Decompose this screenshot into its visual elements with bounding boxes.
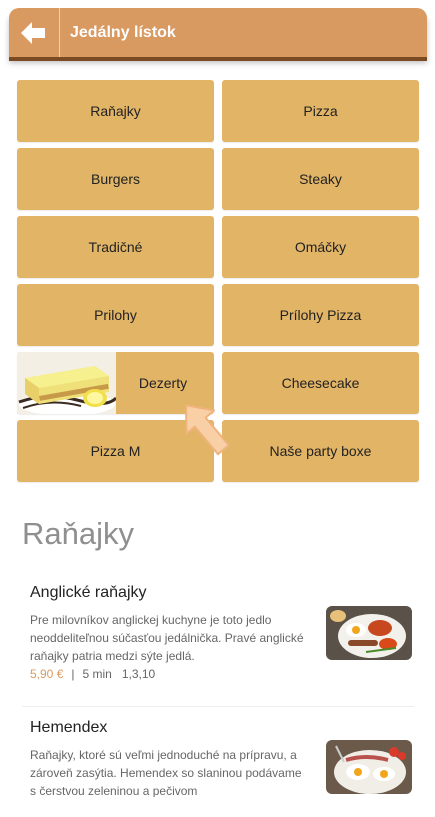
category-label: Naše party boxe [269, 443, 372, 459]
cheesecake-image [17, 352, 116, 414]
ham-and-eggs-image [326, 740, 412, 794]
item-name: Anglické raňajky [30, 584, 147, 601]
category-tile-omacky[interactable]: Omáčky [222, 216, 419, 278]
category-label: Tradičné [88, 239, 143, 255]
category-tile-steaky[interactable]: Steaky [222, 148, 419, 210]
category-label: Prilohy [94, 307, 137, 323]
category-label: Raňajky [90, 103, 141, 119]
bottom-fade [0, 797, 435, 817]
item-time: 5 min [82, 667, 112, 681]
item-description: Raňajky, ktoré sú veľmi jednoduché na pr… [30, 748, 302, 798]
category-label: Omáčky [294, 239, 347, 255]
item-meta: 5,90 € | 5 min 1,3,10 [30, 667, 414, 681]
category-tile-tradicne[interactable]: Tradičné [17, 216, 214, 278]
category-tile-party-boxe[interactable]: Naše party boxe [222, 420, 419, 482]
category-label: Dezerty [138, 375, 188, 391]
section-title: Raňajky [22, 516, 134, 551]
category-grid: Raňajky Pizza Burgers Steaky Tradičné Om… [17, 80, 419, 482]
app-header: Jedálny lístok [9, 8, 427, 57]
arrow-left-icon [21, 21, 45, 44]
category-label: Cheesecake [281, 375, 360, 391]
category-label: Prílohy Pizza [279, 307, 362, 323]
category-label: Steaky [299, 171, 342, 187]
item-name: Hemendex [30, 719, 108, 736]
item-description: Pre milovníkov anglickej kuchyne je toto… [30, 613, 304, 663]
category-label: Pizza M [90, 443, 141, 459]
category-label: Burgers [90, 171, 141, 187]
item-divider [22, 706, 414, 707]
category-tile-ranajky[interactable]: Raňajky [17, 80, 214, 142]
meta-separator: | [71, 667, 75, 681]
category-tile-cheesecake[interactable]: Cheesecake [222, 352, 419, 414]
category-tile-dezerty[interactable]: Dezerty [17, 352, 214, 414]
english-breakfast-image [326, 606, 412, 660]
menu-item[interactable]: Hemendex Raňajky, ktoré sú veľmi jednodu… [30, 719, 414, 800]
category-tile-pizza-m[interactable]: Pizza M [17, 420, 214, 482]
category-label: Pizza [303, 103, 338, 119]
back-button[interactable] [9, 8, 60, 57]
category-tile-prilohy-pizza[interactable]: Prílohy Pizza [222, 284, 419, 346]
menu-item[interactable]: Anglické raňajky Pre milovníkov anglicke… [30, 584, 414, 681]
page-title: Jedálny lístok [70, 23, 176, 41]
category-tile-burgers[interactable]: Burgers [17, 148, 214, 210]
category-tile-pizza[interactable]: Pizza [222, 80, 419, 142]
item-allergens: 1,3,10 [121, 667, 156, 681]
menu-page: Jedálny lístok Raňajky Pizza Burgers Ste… [0, 0, 435, 817]
category-tile-prilohy[interactable]: Prilohy [17, 284, 214, 346]
item-price: 5,90 € [30, 667, 64, 681]
